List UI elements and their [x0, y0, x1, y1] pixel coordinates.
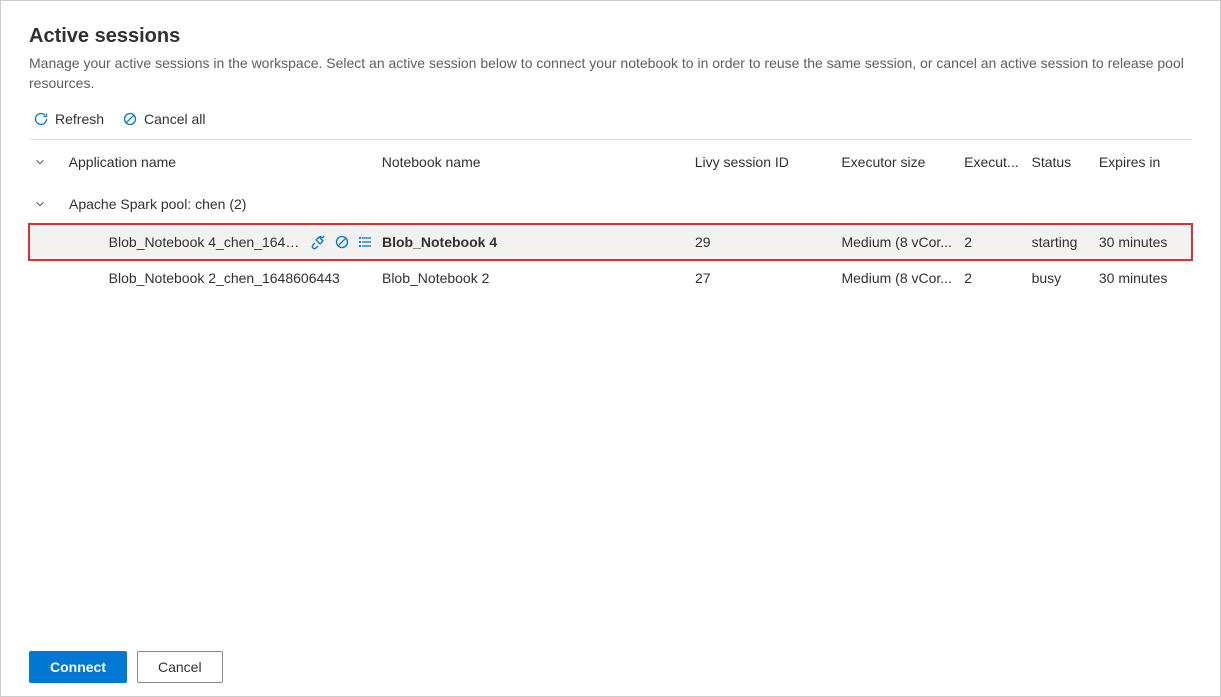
- sessions-table: Application name Notebook name Livy sess…: [29, 140, 1192, 296]
- th-application-name[interactable]: Application name: [69, 154, 382, 170]
- block-icon: [122, 111, 138, 127]
- page-title: Active sessions: [29, 25, 1192, 48]
- table-row[interactable]: Blob_Notebook 2_chen_1648606443 Blob_Not…: [29, 260, 1192, 296]
- cell-notebook-name: Blob_Notebook 4: [382, 234, 695, 250]
- th-livy-session-id[interactable]: Livy session ID: [695, 154, 842, 170]
- cell-status: starting: [1032, 234, 1099, 250]
- cell-status: busy: [1032, 270, 1099, 286]
- page-subtitle: Manage your active sessions in the works…: [29, 54, 1192, 93]
- plug-icon[interactable]: [310, 234, 326, 250]
- cell-executor-size: Medium (8 vCor...: [841, 270, 964, 286]
- cancel-all-button[interactable]: Cancel all: [122, 109, 205, 129]
- block-icon[interactable]: [334, 234, 350, 250]
- connect-button[interactable]: Connect: [29, 651, 127, 683]
- cell-application-name: Blob_Notebook 4_chen_16486065...: [109, 234, 304, 250]
- cell-livy-session-id: 29: [695, 234, 842, 250]
- cell-expires-in: 30 minutes: [1099, 234, 1188, 250]
- group-row[interactable]: Apache Spark pool: chen (2): [29, 184, 1192, 224]
- list-details-icon[interactable]: [358, 234, 374, 250]
- cell-application-name: Blob_Notebook 2_chen_1648606443: [109, 270, 340, 286]
- table-row[interactable]: Blob_Notebook 4_chen_16486065... Blob_No…: [29, 224, 1192, 260]
- refresh-icon: [33, 111, 49, 127]
- chevron-down-icon[interactable]: [33, 197, 47, 211]
- chevron-down-icon[interactable]: [33, 155, 47, 169]
- refresh-button[interactable]: Refresh: [33, 109, 104, 129]
- cancel-all-label: Cancel all: [144, 111, 205, 127]
- th-executor-size[interactable]: Executor size: [841, 154, 964, 170]
- th-executors[interactable]: Execut...: [964, 154, 1031, 170]
- group-label: Apache Spark pool: chen (2): [69, 196, 246, 212]
- toolbar: Refresh Cancel all: [29, 105, 1192, 140]
- cancel-button[interactable]: Cancel: [137, 651, 223, 683]
- footer: Connect Cancel: [1, 638, 1220, 696]
- cell-notebook-name: Blob_Notebook 2: [382, 270, 695, 286]
- th-expires-in[interactable]: Expires in: [1099, 154, 1188, 170]
- cell-executor-size: Medium (8 vCor...: [841, 234, 964, 250]
- refresh-label: Refresh: [55, 111, 104, 127]
- cell-expires-in: 30 minutes: [1099, 270, 1188, 286]
- th-status[interactable]: Status: [1031, 154, 1098, 170]
- cell-livy-session-id: 27: [695, 270, 842, 286]
- th-notebook-name[interactable]: Notebook name: [382, 154, 695, 170]
- cell-executors: 2: [964, 234, 1031, 250]
- table-header-row: Application name Notebook name Livy sess…: [29, 140, 1192, 184]
- cell-executors: 2: [964, 270, 1031, 286]
